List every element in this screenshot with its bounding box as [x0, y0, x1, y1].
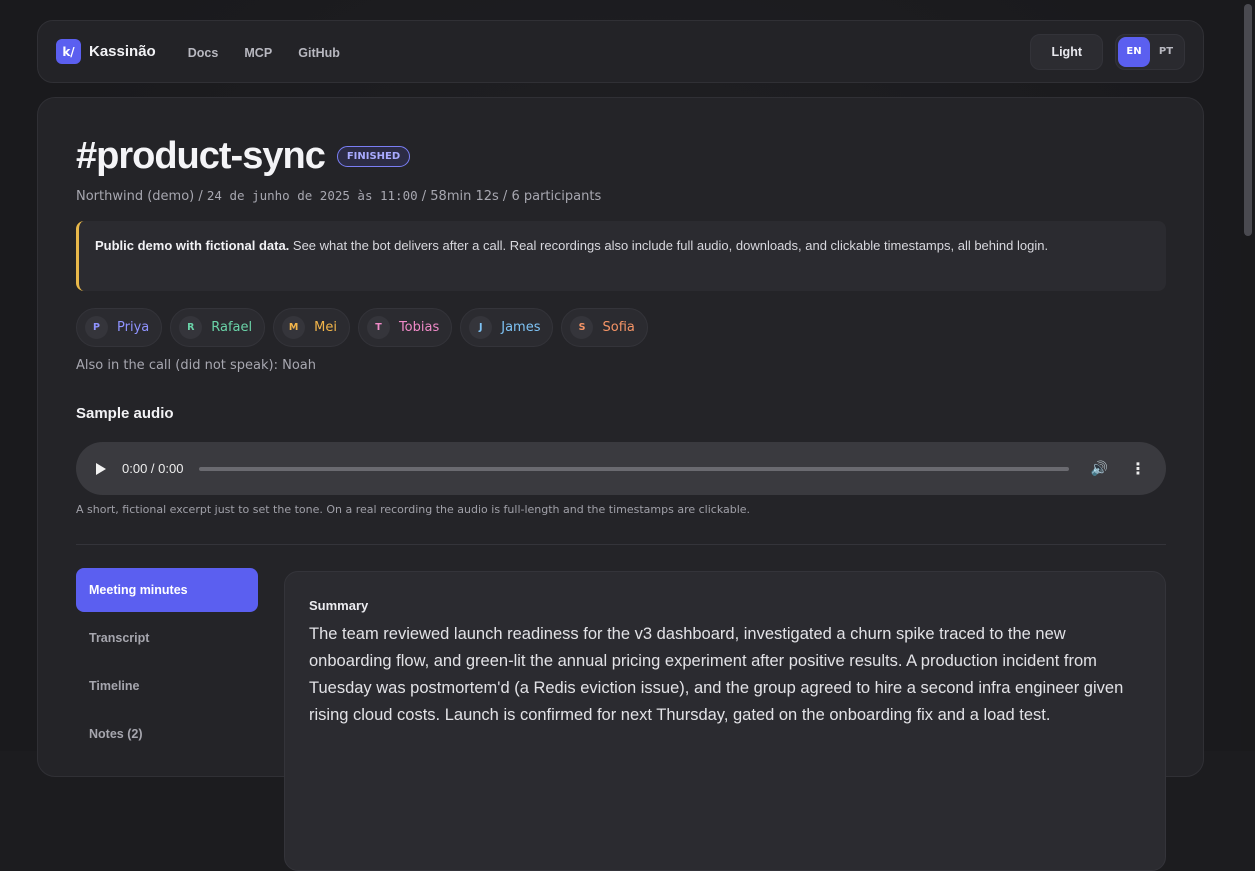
participant-chip[interactable]: S Sofia: [561, 308, 648, 347]
page-title: #product-sync: [76, 135, 326, 177]
status-badge: FINISHED: [336, 146, 411, 167]
demo-notice: Public demo with fictional data. See wha…: [76, 221, 1166, 291]
participant-avatar: R: [179, 316, 203, 339]
tab-timeline[interactable]: Timeline: [76, 664, 258, 708]
tab-meeting-minutes[interactable]: Meeting minutes: [76, 568, 258, 612]
meeting-card: #product-sync FINISHED Northwind (demo) …: [37, 97, 1204, 871]
silent-participants: Also in the call (did not speak): Noah: [76, 358, 317, 373]
audio-time: 0:00 / 0:00: [122, 461, 184, 476]
participant-chip[interactable]: T Tobias: [357, 308, 453, 347]
scrollbar-thumb[interactable]: [1244, 4, 1252, 236]
lang-pt-button[interactable]: PT: [1150, 37, 1182, 67]
volume-icon[interactable]: 🔊: [1091, 461, 1108, 477]
meeting-org: Northwind (demo): [76, 189, 195, 204]
meeting-duration: 58min 12s: [430, 189, 499, 204]
play-icon[interactable]: [96, 462, 106, 475]
participant-avatar: P: [85, 316, 108, 339]
participants-count: 6 participants: [511, 189, 602, 204]
brand[interactable]: k/ Kassinão: [56, 39, 156, 64]
language-switcher: EN PT: [1115, 33, 1185, 70]
meeting-meta: Northwind (demo) / 24 de junho de 2025 à…: [76, 188, 602, 204]
participant-list: P Priya R Rafael M Mei T Tobias J James S Sofi…: [76, 308, 648, 347]
summary-panel: Summary The team reviewed launch readine…: [284, 571, 1166, 871]
summary-title: Summary: [309, 598, 369, 613]
participant-avatar: M: [282, 316, 306, 339]
main-nav: Docs MCP GitHub: [188, 42, 361, 61]
notice-bold: Public demo with fictional data.: [95, 238, 290, 253]
participant-name: Mei: [314, 320, 337, 335]
tab-notes[interactable]: Notes (2): [76, 712, 258, 756]
participant-name: Sofia: [602, 320, 635, 335]
brand-name: Kassinão: [89, 43, 156, 60]
page-scrollbar[interactable]: [1241, 0, 1255, 751]
participant-name: Tobias: [398, 320, 440, 335]
participant-chip[interactable]: J James: [460, 308, 554, 347]
participant-avatar: J: [469, 316, 493, 339]
participant-avatar: S: [570, 316, 594, 339]
participant-avatar: T: [366, 316, 390, 339]
participant-chip[interactable]: P Priya: [76, 308, 163, 347]
section-tabs: Meeting minutes Transcript Timeline Note…: [76, 568, 258, 760]
audio-player: 0:00 / 0:00 🔊 ⋮: [76, 442, 1166, 495]
nav-link-github[interactable]: GitHub: [298, 46, 340, 60]
participant-chip[interactable]: R Rafael: [170, 308, 266, 347]
nav-link-mcp[interactable]: MCP: [244, 46, 272, 60]
more-options-icon[interactable]: ⋮: [1130, 459, 1146, 478]
audio-hint: A short, fictional excerpt just to set t…: [76, 503, 751, 516]
participant-name: James: [501, 320, 541, 335]
sample-audio-heading: Sample audio: [76, 405, 174, 422]
nav-link-docs[interactable]: Docs: [188, 46, 219, 60]
divider: [76, 544, 1166, 545]
logo-icon: k/: [56, 39, 81, 64]
lang-en-button[interactable]: EN: [1118, 36, 1150, 67]
participant-name: Rafael: [211, 320, 253, 335]
participant-name: Priya: [117, 320, 150, 335]
tab-transcript[interactable]: Transcript: [76, 616, 258, 660]
audio-seek-bar[interactable]: [199, 466, 1069, 471]
notice-text: See what the bot delivers after a call. …: [289, 238, 1049, 253]
participant-chip[interactable]: M Mei: [273, 308, 350, 347]
meeting-datetime: 24 de junho de 2025 às 11:00: [206, 188, 418, 203]
theme-toggle-button[interactable]: Light: [1030, 33, 1103, 70]
top-navigation-bar: k/ Kassinão Docs MCP GitHub Light EN PT: [37, 20, 1204, 83]
summary-text: The team reviewed launch readiness for t…: [309, 625, 1124, 724]
